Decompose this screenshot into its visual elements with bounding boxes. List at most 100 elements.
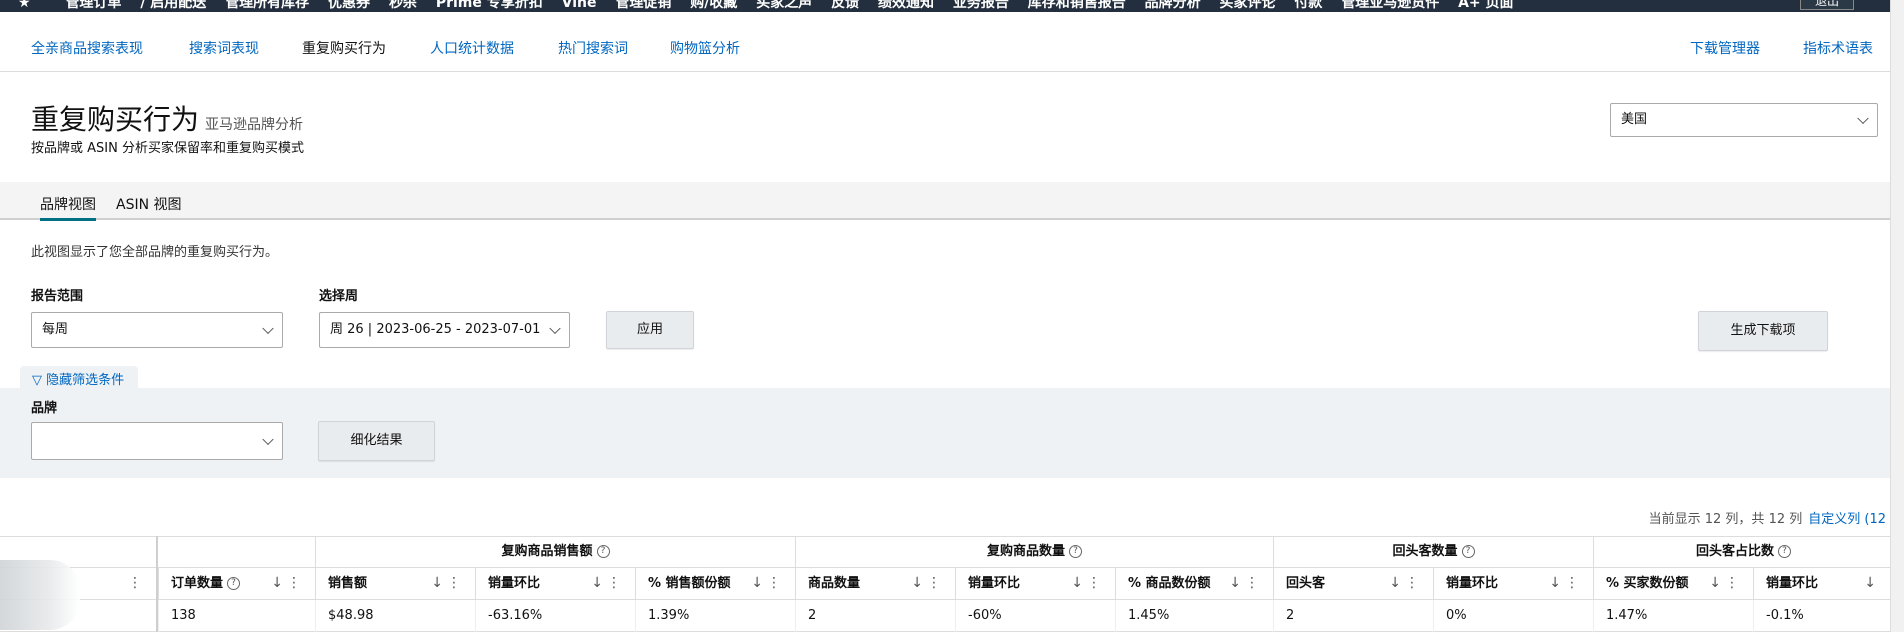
column-header-label: 商品数量 [808, 576, 861, 591]
top-nav-item[interactable]: 买家评论 [1219, 0, 1275, 11]
subnav-search-query[interactable]: 搜索词表现 [189, 38, 259, 58]
week-select-label: 选择周 [319, 289, 359, 304]
top-nav-item[interactable]: 管理所有库存 [225, 0, 309, 11]
help-icon[interactable]: ? [1778, 545, 1791, 558]
column-header: 销量环比 ↓ [1753, 568, 1890, 600]
table-cell: 1.47% [1593, 600, 1753, 632]
chevron-down-icon [549, 322, 561, 335]
view-tabs: 品牌视图 ASIN 视图 [0, 182, 1890, 221]
group-header-label: 复购商品数量 [986, 544, 1065, 559]
column-header-label: 销量环比 [1766, 576, 1819, 591]
brand-filter-panel [0, 388, 1890, 478]
group-header: 回头客占比数? [1593, 537, 1893, 569]
column-header-label: 销量环比 [488, 576, 541, 591]
subnav-repeat-purchase[interactable]: 重复购买行为 [302, 38, 386, 58]
vertical-scrollbar[interactable] [1890, 0, 1904, 632]
table-cell: 0% [1433, 600, 1593, 632]
sort-down-icon[interactable]: ↓ [1864, 568, 1880, 599]
country-select-value: 美国 [1621, 112, 1648, 127]
country-select[interactable]: 美国 [1610, 103, 1878, 137]
top-nav-bar: ★ 管理订单 / 启用配送 管理所有库存 优惠券 秒杀 Prime 专享折扣 V… [0, 0, 1904, 12]
column-header-label: % 商品数份额 [1128, 576, 1211, 591]
column-menu-icon[interactable]: ⋮ [128, 568, 146, 599]
hide-filters-label: 隐藏筛选条件 [46, 373, 125, 388]
sort-down-icon[interactable]: ↓⋮ [751, 568, 785, 599]
star-icon[interactable]: ★ [18, 0, 31, 11]
sort-down-icon[interactable]: ↓⋮ [271, 568, 305, 599]
top-nav-item[interactable]: 管理促销 [615, 0, 671, 11]
table-row: 138 $48.98 -63.16% 1.39% 2 -60% 1.45% 2 … [0, 600, 1890, 632]
brand-label: 品牌 [31, 401, 58, 416]
table-group-header-row: 复购商品销售额? 复购商品数量? 回头客数量? 回头客占比数? [0, 536, 1893, 569]
table-cell: $48.98 [315, 600, 475, 632]
column-header: 订单数量? ↓⋮ [158, 568, 315, 600]
customize-columns-link[interactable]: 自定义列 (12 [1808, 512, 1886, 527]
help-icon[interactable]: ? [227, 577, 241, 590]
group-header: 复购商品数量? [795, 537, 1273, 569]
help-icon[interactable]: ? [1461, 545, 1475, 558]
tab-brand-view[interactable]: 品牌视图 [40, 194, 96, 221]
tab-asin-view[interactable]: ASIN 视图 [116, 194, 182, 214]
download-manager-link[interactable]: 下载管理器 [1690, 38, 1760, 58]
column-header: 销售额 ↓⋮ [315, 568, 475, 600]
sort-down-icon[interactable]: ↓⋮ [911, 568, 945, 599]
hide-filters-toggle[interactable]: ▽ 隐藏筛选条件 [20, 366, 139, 390]
sort-down-icon[interactable]: ↓⋮ [1071, 568, 1105, 599]
subnav-search-catalog[interactable]: 全亲商品搜索表现 [31, 38, 143, 58]
group-header-label: 回头客占比数 [1695, 544, 1774, 559]
top-nav-item[interactable]: A+ 页面 [1458, 0, 1513, 11]
week-select[interactable]: 周 26 | 2023-06-25 - 2023-07-01 [319, 312, 570, 348]
report-range-select[interactable]: 每周 [31, 312, 283, 348]
subnav-market-basket[interactable]: 购物篮分析 [670, 38, 740, 58]
sort-down-icon[interactable]: ↓⋮ [591, 568, 625, 599]
top-nav-item[interactable]: 管理亚马逊货件 [1341, 0, 1439, 11]
metrics-glossary-link[interactable]: 指标术语表 [1803, 38, 1873, 58]
top-nav-item[interactable]: 秒杀 [389, 0, 417, 11]
column-header-label: 销量环比 [968, 576, 1021, 591]
top-nav-item[interactable]: 付款 [1294, 0, 1322, 11]
top-nav-item[interactable]: 管理订单 [65, 0, 121, 11]
top-nav-item[interactable]: / 启用配送 [140, 0, 206, 11]
column-header: 销量环比 ↓⋮ [1433, 568, 1593, 600]
logout-button[interactable]: 退出 [1800, 0, 1854, 10]
help-icon[interactable]: ? [596, 545, 610, 558]
chevron-down-icon [1857, 112, 1869, 125]
top-nav-item[interactable]: 品牌分析 [1145, 0, 1201, 11]
top-nav-item[interactable]: 业务报告 [953, 0, 1009, 11]
top-nav-item[interactable]: 优惠券 [328, 0, 370, 11]
generate-download-button[interactable]: 生成下载项 [1698, 311, 1828, 351]
subnav-top-search-terms[interactable]: 热门搜索词 [558, 38, 628, 58]
top-nav-item[interactable]: Prime 专享折扣 [436, 0, 543, 11]
apply-button[interactable]: 应用 [606, 311, 694, 349]
column-header: % 买家数份额 ↓⋮ [1593, 568, 1753, 600]
top-nav-item[interactable]: 绩效通知 [878, 0, 934, 11]
brand-select[interactable] [31, 422, 283, 460]
sort-down-icon[interactable]: ↓⋮ [1389, 568, 1423, 599]
column-header-label: 回头客 [1286, 576, 1326, 591]
sort-down-icon[interactable]: ↓⋮ [1229, 568, 1263, 599]
help-icon[interactable]: ? [1069, 545, 1082, 558]
column-header-label: 销售额 [328, 576, 368, 591]
page-subtitle: 亚马逊品牌分析 [205, 117, 304, 133]
page-title: 重复购买行为 亚马逊品牌分析 [31, 98, 303, 138]
column-header-label: % 销售额份额 [648, 576, 731, 591]
top-nav-item[interactable]: 反馈 [831, 0, 859, 11]
column-header-label: 订单数量 [171, 576, 224, 591]
table-cell: 2 [1273, 600, 1433, 632]
chevron-down-icon [262, 433, 274, 446]
table-cell: 2 [795, 600, 955, 632]
sort-down-icon[interactable]: ↓⋮ [1549, 568, 1583, 599]
subnav-demographics[interactable]: 人口统计数据 [430, 38, 514, 58]
top-nav-item[interactable]: Vine [562, 0, 597, 11]
top-nav-item[interactable]: 购/收藏 [690, 0, 737, 11]
week-select-value: 周 26 | 2023-06-25 - 2023-07-01 [330, 322, 541, 337]
sort-down-icon[interactable]: ↓⋮ [431, 568, 465, 599]
view-note: 此视图显示了您全部品牌的重复购买行为。 [31, 245, 279, 260]
refine-results-button[interactable]: 细化结果 [318, 421, 435, 461]
top-nav-item[interactable]: 库存和销售报告 [1028, 0, 1126, 11]
sort-down-icon[interactable]: ↓⋮ [1709, 568, 1743, 599]
top-nav-item[interactable]: 买家之声 [756, 0, 812, 11]
top-nav-items: ★ 管理订单 / 启用配送 管理所有库存 优惠券 秒杀 Prime 专享折扣 V… [0, 0, 1528, 12]
frozen-column-divider [156, 536, 158, 632]
column-header-label: % 买家数份额 [1606, 576, 1689, 591]
